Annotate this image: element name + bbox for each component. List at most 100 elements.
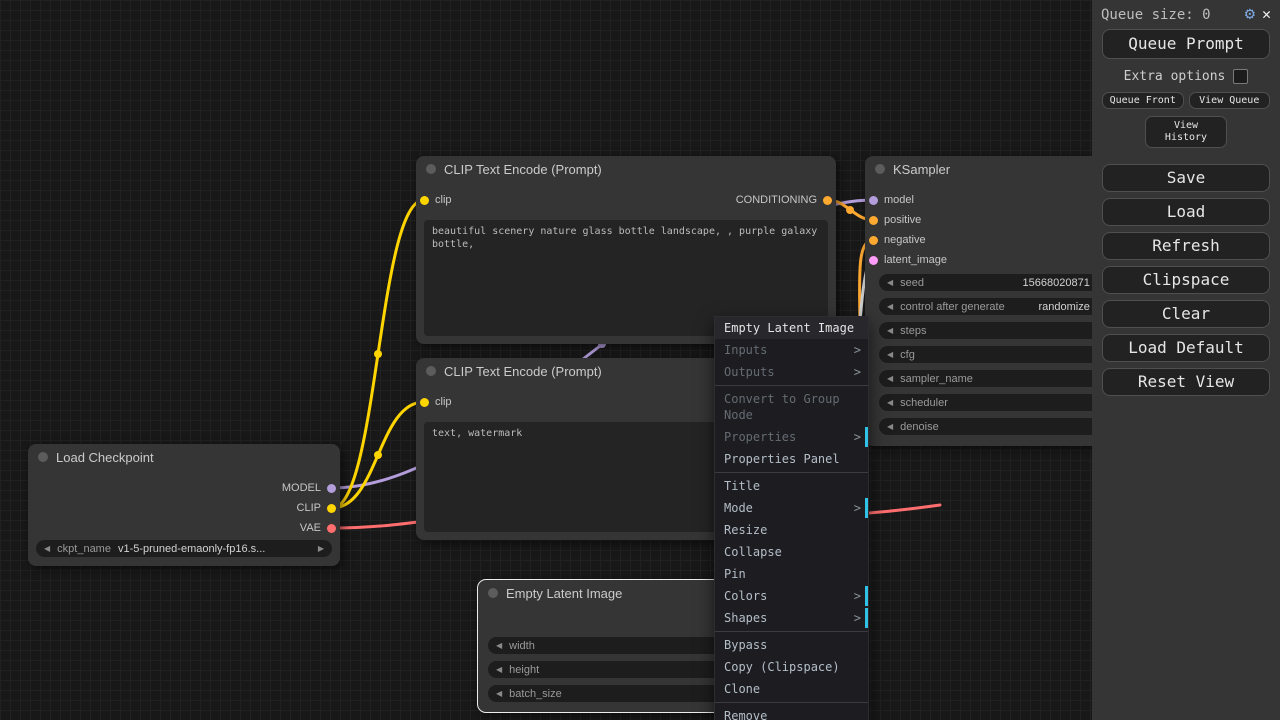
decrement-arrow-icon[interactable]: ◀ [887,346,893,363]
model-slot-icon[interactable] [869,196,878,205]
widget-control-after-generate[interactable]: ◀ control after generate randomize ▶ [879,298,1111,315]
node-ksampler[interactable]: KSampler model positive negative latent_… [865,156,1125,446]
clipspace-button[interactable]: Clipspace [1102,266,1270,294]
widget-scheduler[interactable]: ◀ scheduler ▶ [879,394,1111,411]
input-slot-negative[interactable]: negative [869,232,926,248]
collapse-dot-icon[interactable] [875,164,885,174]
decrement-arrow-icon[interactable]: ◀ [887,418,893,435]
load-default-button[interactable]: Load Default [1102,334,1270,362]
decrement-arrow-icon[interactable]: ◀ [496,637,502,654]
slot-label: VAE [300,522,321,534]
menu-item-properties-panel[interactable]: Properties Panel [715,448,868,470]
widget-label: scheduler [900,397,948,409]
view-queue-button[interactable]: View Queue [1189,92,1271,109]
node-load-checkpoint[interactable]: Load Checkpoint MODEL CLIP VAE ◀ ckpt_na… [28,444,340,566]
widget-ckpt-name[interactable]: ◀ ckpt_name v1-5-pruned-emaonly-fp16.s..… [36,540,332,557]
clip-slot-icon[interactable] [420,196,429,205]
menu-item-clone[interactable]: Clone [715,678,868,700]
widget-value: v1-5-pruned-emaonly-fp16.s... [118,543,311,555]
load-button[interactable]: Load [1102,198,1270,226]
queue-front-button[interactable]: Queue Front [1102,92,1184,109]
widget-label: ckpt_name [57,543,111,555]
menu-separator [715,702,868,703]
collapse-dot-icon[interactable] [426,366,436,376]
decrement-arrow-icon[interactable]: ◀ [887,394,893,411]
collapse-dot-icon[interactable] [38,452,48,462]
decrement-arrow-icon[interactable]: ◀ [887,298,893,315]
input-slot-clip[interactable]: clip [420,394,452,410]
node-title: Empty Latent Image [506,586,622,601]
menu-item-title[interactable]: Title [715,475,868,497]
latent-slot-icon[interactable] [869,256,878,265]
menu-item-shapes[interactable]: Shapes> [715,607,868,629]
refresh-button[interactable]: Refresh [1102,232,1270,260]
widget-steps[interactable]: ◀ steps ▶ [879,322,1111,339]
extra-options-checkbox[interactable] [1233,69,1248,84]
menu-item-bypass[interactable]: Bypass [715,634,868,656]
collapse-dot-icon[interactable] [426,164,436,174]
conditioning-slot-icon[interactable] [823,196,832,205]
menu-item-remove[interactable]: Remove [715,705,868,720]
input-slot-clip[interactable]: clip [420,192,452,208]
clip-slot-icon[interactable] [327,504,336,513]
slot-label: MODEL [282,482,321,494]
widget-seed[interactable]: ◀ seed 15668020871 ▶ [879,274,1111,291]
clear-button[interactable]: Clear [1102,300,1270,328]
widget-denoise[interactable]: ◀ denoise ▶ [879,418,1111,435]
output-slot-clip[interactable]: CLIP [297,500,336,516]
conditioning-slot-icon[interactable] [869,236,878,245]
widget-label: sampler_name [900,373,973,385]
menu-item-mode[interactable]: Mode> [715,497,868,519]
menu-item-collapse[interactable]: Collapse [715,541,868,563]
widget-sampler-name[interactable]: ◀ sampler_name ▶ [879,370,1111,387]
decrement-arrow-icon[interactable]: ◀ [496,661,502,678]
output-slot-conditioning[interactable]: CONDITIONING [736,192,832,208]
widget-cfg[interactable]: ◀ cfg ▶ [879,346,1111,363]
conditioning-slot-icon[interactable] [869,216,878,225]
menu-item-inputs[interactable]: Inputs> [715,339,868,361]
node-title: CLIP Text Encode (Prompt) [444,364,602,379]
menu-item-convert-to-group-node[interactable]: Convert to Group Node [715,388,868,426]
submenu-arrow-icon: > [854,364,861,380]
menu-item-resize[interactable]: Resize [715,519,868,541]
clip-slot-icon[interactable] [420,398,429,407]
output-slot-model[interactable]: MODEL [282,480,336,496]
settings-gear-icon[interactable]: ⚙ [1245,6,1255,23]
menu-item-colors[interactable]: Colors> [715,585,868,607]
input-slot-model[interactable]: model [869,192,914,208]
decrement-arrow-icon[interactable]: ◀ [496,685,502,702]
node-context-menu: Empty Latent Image Inputs> Outputs> Conv… [714,316,869,720]
vae-slot-icon[interactable] [327,524,336,533]
input-slot-latent-image[interactable]: latent_image [869,252,947,268]
widget-label: denoise [900,421,939,433]
node-title-bar[interactable]: KSampler [865,156,1125,182]
collapse-dot-icon[interactable] [488,588,498,598]
model-slot-icon[interactable] [327,484,336,493]
menu-item-pin[interactable]: Pin [715,563,868,585]
menu-item-outputs[interactable]: Outputs> [715,361,868,383]
slot-label: CLIP [297,502,321,514]
node-title-bar[interactable]: Load Checkpoint [28,444,340,470]
input-slot-positive[interactable]: positive [869,212,921,228]
decrement-arrow-icon[interactable]: ◀ [887,370,893,387]
save-button[interactable]: Save [1102,164,1270,192]
decrement-arrow-icon[interactable]: ◀ [887,274,893,291]
increment-arrow-icon[interactable]: ▶ [318,540,324,557]
view-history-button[interactable]: View History [1145,116,1227,148]
queue-prompt-button[interactable]: Queue Prompt [1102,29,1270,59]
slot-label: clip [435,396,452,408]
output-slot-vae[interactable]: VAE [300,520,336,536]
widget-label: control after generate [900,301,1005,313]
node-title-bar[interactable]: CLIP Text Encode (Prompt) [416,156,836,182]
node-title: KSampler [893,162,950,177]
decrement-arrow-icon[interactable]: ◀ [44,540,50,557]
menu-item-copy-clipspace[interactable]: Copy (Clipspace) [715,656,868,678]
comfyui-app: Load Checkpoint MODEL CLIP VAE ◀ ckpt_na… [0,0,1280,720]
reset-view-button[interactable]: Reset View [1102,368,1270,396]
submenu-arrow-icon: > [854,610,861,626]
menu-item-properties[interactable]: Properties> [715,426,868,448]
slot-label: positive [884,214,921,226]
decrement-arrow-icon[interactable]: ◀ [887,322,893,339]
widget-label: batch_size [509,688,562,700]
close-icon[interactable]: ✕ [1262,7,1271,22]
